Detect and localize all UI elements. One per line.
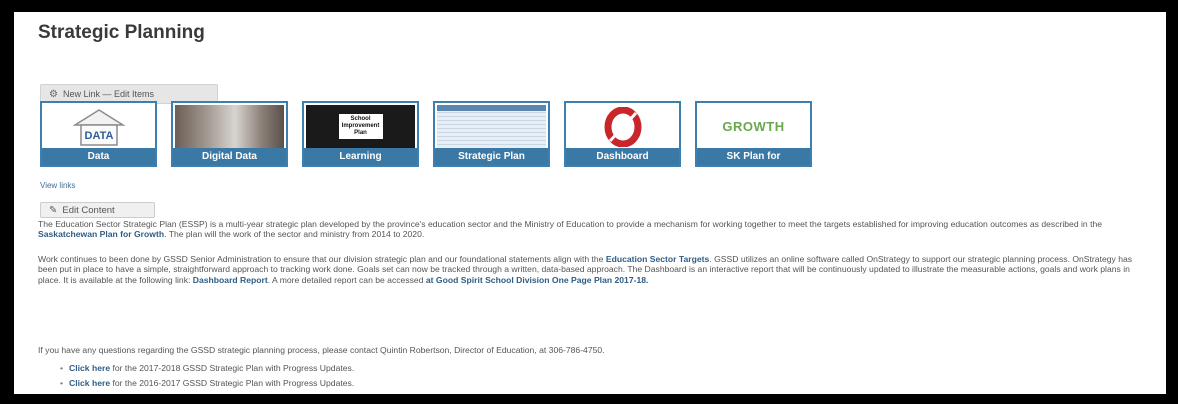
essp-paragraph: The Education Sector Strategic Plan (ESS… xyxy=(38,219,1103,240)
tile-dashboard[interactable]: Dashboard xyxy=(564,101,681,167)
tile-label-strategic-plan: Strategic Plan xyxy=(435,148,548,165)
dashboard-report-link[interactable]: Dashboard Report xyxy=(193,275,268,285)
tile-label-data: Data xyxy=(42,148,155,165)
click-here-link-2016-2017[interactable]: Click here xyxy=(69,378,110,388)
growth-text: GROWTH xyxy=(722,119,785,134)
contact-text: If you have any questions regarding the … xyxy=(38,345,605,355)
tile-sk-plan[interactable]: GROWTH SK Plan for xyxy=(695,101,812,167)
click-here-link-2017-2018[interactable]: Click here xyxy=(69,363,110,373)
tile-strategic-plan[interactable]: Strategic Plan xyxy=(433,101,550,167)
education-sector-targets-link[interactable]: Education Sector Targets xyxy=(606,254,709,264)
page-title: Strategic Planning xyxy=(38,22,205,43)
tile-label-digital-data: Digital Data xyxy=(173,148,286,165)
growth-logo: GROWTH xyxy=(699,105,808,148)
office-photo xyxy=(175,105,284,148)
content-frame: Strategic Planning ⚙ New Link — Edit Ite… xyxy=(14,12,1166,394)
tile-learning[interactable]: School Improvement Plan Learning xyxy=(302,101,419,167)
link-tiles: DATA Data Digital Data School Improvemen… xyxy=(40,101,826,167)
tile-label-learning: Learning xyxy=(304,148,417,165)
progress-links-list: Click here for the 2017-2018 GSSD Strate… xyxy=(60,361,354,391)
one-page-plan-link[interactable]: at Good Spirit School Division One Page … xyxy=(426,275,649,285)
data-house-image: DATA xyxy=(44,105,153,148)
view-links[interactable]: View links xyxy=(40,181,75,190)
onstrategy-logo xyxy=(568,105,677,148)
saskatchewan-plan-link[interactable]: Saskatchewan Plan for Growth xyxy=(38,229,164,239)
sign-text: School Improvement Plan xyxy=(338,114,383,139)
tile-data[interactable]: DATA Data xyxy=(40,101,157,167)
onstrategy-paragraph: Work continues to been done by GSSD Seni… xyxy=(38,254,1133,285)
spreadsheet-thumbnail xyxy=(437,105,546,148)
gear-icon: ⚙ xyxy=(49,88,58,100)
tile-label-dashboard: Dashboard xyxy=(566,148,679,165)
edit-content-label: Edit Content xyxy=(62,204,115,216)
edit-content-button[interactable]: ✎ Edit Content xyxy=(40,202,155,218)
list-item: Click here for the 2017-2018 GSSD Strate… xyxy=(60,361,354,376)
data-thumb-text: DATA xyxy=(84,130,113,142)
tile-label-sk-plan: SK Plan for xyxy=(697,148,810,165)
tile-digital-data[interactable]: Digital Data xyxy=(171,101,288,167)
pencil-icon: ✎ xyxy=(49,204,58,216)
toolbar-label: New Link — Edit Items xyxy=(62,89,154,99)
list-item: Click here for the 2016-2017 GSSD Strate… xyxy=(60,376,354,391)
school-improvement-sign: School Improvement Plan xyxy=(306,105,415,148)
